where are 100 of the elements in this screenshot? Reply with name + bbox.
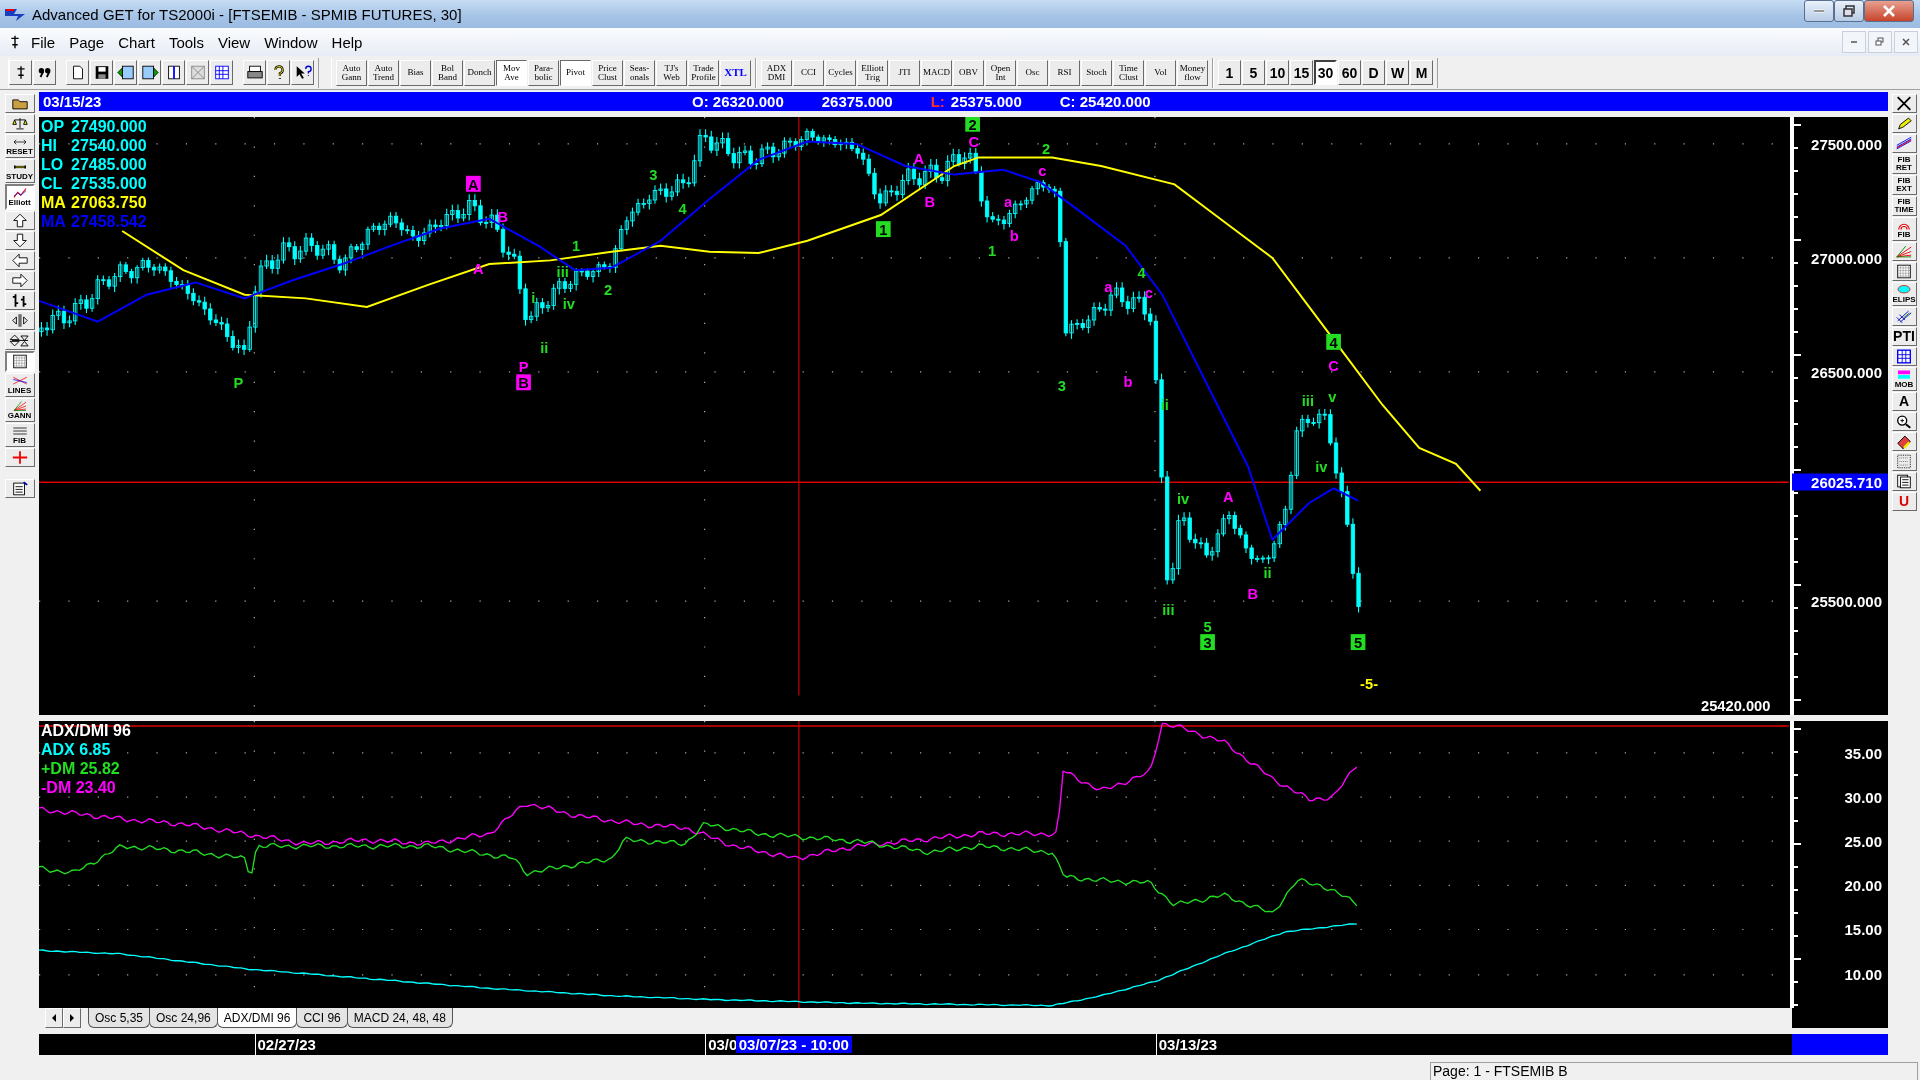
toolbar-button[interactable] [114, 60, 137, 85]
toolbar-button[interactable]: Para- bolic [528, 59, 559, 86]
interval-button[interactable]: M [1410, 60, 1433, 85]
tool-button[interactable]: FIB [1891, 217, 1917, 241]
interval-button[interactable]: 5 [1242, 60, 1265, 85]
toolbar-button[interactable]: Bol Band [432, 59, 463, 86]
indicator-tab[interactable]: Osc 24,96 [149, 1008, 218, 1028]
toolbar-button[interactable]: Bias [400, 59, 431, 86]
toolbar-button[interactable]: Time Clust [1113, 59, 1144, 86]
interval-button[interactable]: 15 [1290, 60, 1313, 85]
toolbar-button[interactable]: MACD [921, 59, 952, 86]
help-button[interactable] [267, 60, 290, 85]
menu-item[interactable]: Help [324, 31, 370, 53]
toolbar-button[interactable]: Donch [464, 59, 495, 86]
arrow-up-icon [10, 213, 29, 228]
indicator-tab[interactable]: MACD 24, 48, 48 [346, 1008, 453, 1028]
price-value: C: 25420.000 [1059, 93, 1151, 110]
menu-item[interactable]: Chart [111, 31, 162, 53]
toolbar-button[interactable] [33, 60, 56, 85]
menu-item[interactable]: View [210, 31, 258, 53]
tool-button[interactable]: RESET [4, 134, 35, 158]
tool-button[interactable] [4, 351, 35, 372]
wave-label: b [1123, 374, 1133, 391]
toolbar-button[interactable]: TJ's Web [656, 59, 687, 86]
scroll-right-button[interactable] [63, 1008, 81, 1028]
interval-button[interactable]: 10 [1266, 60, 1289, 85]
wave-label: ii [540, 339, 549, 356]
indicator-tab[interactable]: ADX/DMI 96 [216, 1008, 298, 1028]
toolbar-button[interactable]: Auto Trend [368, 59, 399, 86]
toolbar-button[interactable]: XTL [720, 59, 751, 86]
tool-button[interactable]: U [1891, 492, 1917, 511]
tool-button[interactable]: FIB TIME [1891, 196, 1917, 216]
wave-label: iv [1315, 458, 1328, 475]
tool-button[interactable]: FIB EXT [1891, 175, 1917, 195]
menu-item[interactable]: File [24, 31, 63, 53]
interval-button[interactable]: 30 [1314, 60, 1337, 85]
indicator-tab[interactable]: Osc 5,35 [88, 1008, 151, 1028]
wave-label: A [1223, 489, 1234, 506]
close-button[interactable] [1864, 0, 1914, 22]
tool-button[interactable]: A [1891, 392, 1917, 411]
tool-button[interactable]: FIB [4, 423, 35, 447]
toolbar-button[interactable]: Stoch [1081, 59, 1112, 86]
tool-button[interactable]: FIB RET [1891, 154, 1917, 174]
price-value: 26375.000 [821, 93, 893, 110]
tool-button[interactable]: GANN [4, 398, 35, 422]
minimize-button[interactable] [1804, 0, 1834, 22]
maximize-button[interactable] [1834, 0, 1864, 22]
interval-button[interactable]: 60 [1338, 60, 1361, 85]
toolbar-button[interactable] [66, 60, 89, 85]
toolbar-button[interactable] [162, 60, 185, 85]
wave-label: ii [1263, 565, 1272, 582]
dotted-square-icon [1895, 454, 1913, 469]
tool-button[interactable]: Elliott [4, 184, 35, 210]
axis-label: 10.00 [1844, 965, 1882, 983]
toolbar-button[interactable]: JTI [889, 59, 920, 86]
price-tag: 26025.710 [1792, 473, 1888, 491]
toolbar-button[interactable]: Elliott Trig [857, 59, 888, 86]
menu-item[interactable]: Tools [161, 31, 211, 53]
wave-label: iii [1162, 602, 1175, 619]
indicator-tab[interactable]: CCI 96 [296, 1008, 348, 1028]
toolbar-button[interactable]: Open Int [985, 59, 1016, 86]
toolbar-button[interactable]: RSI [1049, 59, 1080, 86]
tool-button[interactable]: PTI [1891, 327, 1917, 346]
bars-icon [10, 293, 29, 308]
menu-item[interactable]: Page [62, 31, 112, 53]
tool-button[interactable]: LINES [4, 373, 35, 397]
toolbar-button[interactable]: ADX DMI [761, 59, 792, 86]
toolbar-button[interactable] [243, 60, 266, 85]
toolbar-button[interactable]: Osc [1017, 59, 1048, 86]
toolbar-button[interactable]: Money flow [1177, 59, 1208, 86]
toolbar-button[interactable] [9, 60, 32, 85]
toolbar-button[interactable] [210, 60, 233, 85]
toolbar-button[interactable]: Seas- onals [624, 59, 655, 86]
toolbar-button[interactable]: Cycles [825, 59, 856, 86]
interval-button[interactable]: W [1386, 60, 1409, 85]
status-text: Page: 1 - FTSEMIB B [1430, 1062, 1918, 1080]
tool-button[interactable]: STUDY [4, 159, 35, 183]
wave-label: P [518, 359, 529, 376]
legend-label: ADX/DMI 96 [41, 721, 131, 740]
toolbar-button[interactable]: Price Clust [592, 59, 623, 86]
restore-button[interactable] [1868, 31, 1892, 53]
tool-button[interactable]: ELIPS [1891, 282, 1917, 306]
toolbar-button[interactable]: Trade Profile [688, 59, 719, 86]
interval-button[interactable]: D [1362, 60, 1385, 85]
toolbar-button[interactable]: Auto Gann [336, 59, 367, 86]
menu-item[interactable]: Window [257, 31, 325, 53]
toolbar-button[interactable] [291, 60, 314, 85]
toolbar-button[interactable]: Mov Ave [496, 59, 527, 86]
toolbar-button[interactable] [138, 60, 161, 85]
wave-label: c [1144, 284, 1153, 301]
interval-button[interactable]: 1 [1218, 60, 1241, 85]
wave-label: 3 [1057, 377, 1067, 394]
scroll-left-button[interactable] [45, 1008, 63, 1028]
tool-button[interactable]: MOB [1891, 367, 1917, 391]
toolbar-button[interactable]: Vol [1145, 59, 1176, 86]
restore-icon [1874, 36, 1886, 48]
toolbar-button[interactable]: Pivot [560, 59, 591, 86]
toolbar-button[interactable]: CCI [793, 59, 824, 86]
toolbar-button[interactable] [90, 60, 113, 85]
toolbar-button[interactable]: OBV [953, 59, 984, 86]
